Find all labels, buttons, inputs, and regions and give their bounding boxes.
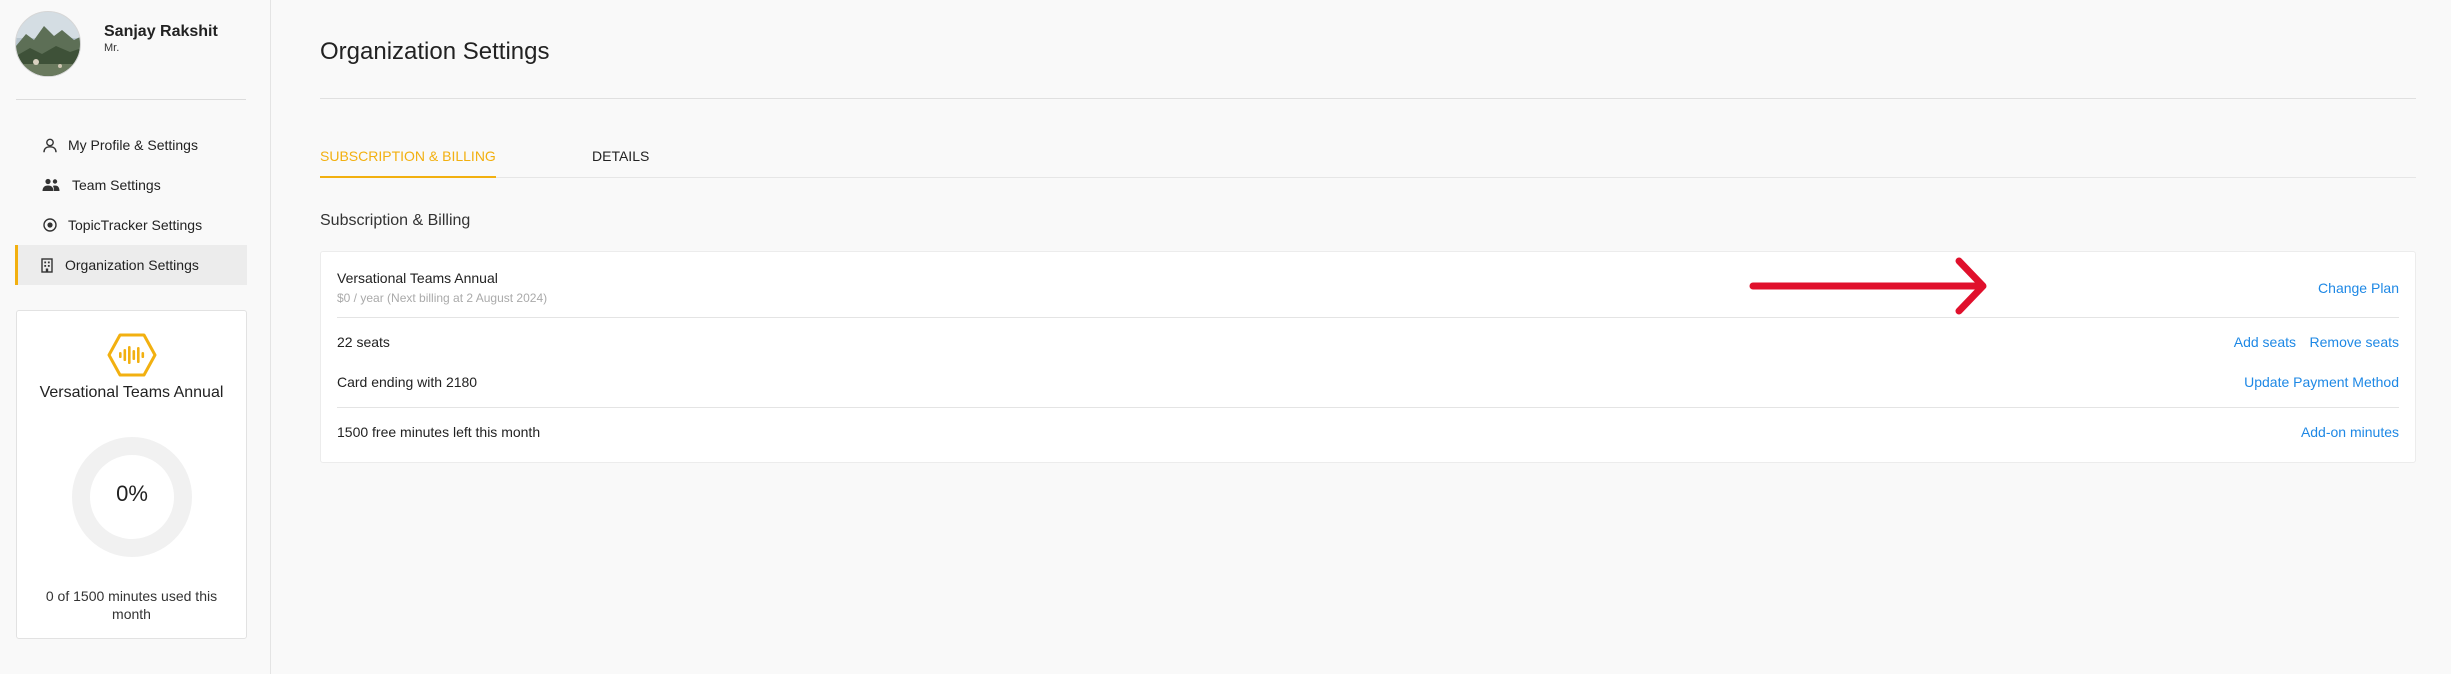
header-divider bbox=[320, 98, 2416, 99]
usage-text: 0 of 1500 minutes used this month bbox=[45, 588, 218, 622]
section-title: Subscription & Billing bbox=[320, 212, 471, 229]
billing-card: Versational Teams Annual $0 / year (Next… bbox=[320, 251, 2416, 463]
change-plan-link[interactable]: Change Plan bbox=[2318, 280, 2399, 296]
sidebar-item-label: TopicTracker Settings bbox=[68, 217, 203, 233]
team-icon bbox=[42, 177, 60, 193]
sidebar-divider bbox=[16, 99, 246, 100]
versational-logo-icon bbox=[107, 333, 157, 382]
card-ending: Card ending with 2180 bbox=[337, 374, 478, 390]
sidebar-item-label: Team Settings bbox=[72, 177, 161, 193]
tab-details[interactable]: DETAILS bbox=[592, 148, 649, 164]
plan-card-title: Versational Teams Annual bbox=[39, 384, 224, 401]
plan-name: Versational Teams Annual bbox=[337, 270, 498, 286]
seats-count: 22 seats bbox=[337, 334, 390, 350]
page-title: Organization Settings bbox=[320, 38, 550, 65]
plan-row: Versational Teams Annual $0 / year (Next… bbox=[337, 252, 2399, 317]
sidebar-item-my-profile[interactable]: My Profile & Settings bbox=[15, 125, 247, 165]
plan-usage-card: Versational Teams Annual 0% 0 of 1500 mi… bbox=[16, 310, 247, 639]
profile-header[interactable]: Sanjay Rakshit Mr. bbox=[15, 11, 218, 77]
remove-seats-link[interactable]: Remove seats bbox=[2310, 334, 2399, 350]
update-payment-method-link[interactable]: Update Payment Method bbox=[2244, 374, 2399, 390]
usage-progress-ring: 0% bbox=[71, 436, 193, 558]
seats-row: 22 seats Add seats Remove seats bbox=[337, 318, 2399, 358]
free-minutes-left: 1500 free minutes left this month bbox=[337, 424, 541, 440]
sidebar-item-topictracker-settings[interactable]: TopicTracker Settings bbox=[15, 205, 247, 245]
avatar[interactable] bbox=[15, 11, 81, 77]
sidebar-nav: My Profile & Settings Team Settings Topi… bbox=[15, 125, 247, 285]
tab-bar: SUBSCRIPTION & BILLING DETAILS bbox=[320, 136, 2416, 178]
plan-price: $0 / year (Next billing at 2 August 2024… bbox=[337, 291, 548, 305]
target-icon bbox=[42, 217, 58, 233]
tab-subscription-billing[interactable]: SUBSCRIPTION & BILLING bbox=[320, 148, 496, 178]
arrow-annotation-icon bbox=[1749, 255, 1991, 322]
add-seats-link[interactable]: Add seats bbox=[2234, 334, 2296, 350]
building-icon bbox=[39, 257, 55, 273]
sidebar-item-organization-settings[interactable]: Organization Settings bbox=[15, 245, 247, 285]
payment-card-row: Card ending with 2180 Update Payment Met… bbox=[337, 358, 2399, 398]
sidebar: Sanjay Rakshit Mr. My Profile & Settings bbox=[0, 0, 271, 674]
minutes-row: 1500 free minutes left this month Add-on… bbox=[337, 408, 2399, 458]
profile-title: Mr. bbox=[104, 42, 120, 54]
sidebar-item-label: Organization Settings bbox=[65, 257, 199, 273]
usage-percent: 0% bbox=[116, 481, 148, 506]
profile-name: Sanjay Rakshit bbox=[104, 23, 218, 40]
person-icon bbox=[42, 137, 58, 153]
addon-minutes-link[interactable]: Add-on minutes bbox=[2301, 424, 2399, 440]
sidebar-item-team-settings[interactable]: Team Settings bbox=[15, 165, 247, 205]
sidebar-item-label: My Profile & Settings bbox=[68, 137, 198, 153]
